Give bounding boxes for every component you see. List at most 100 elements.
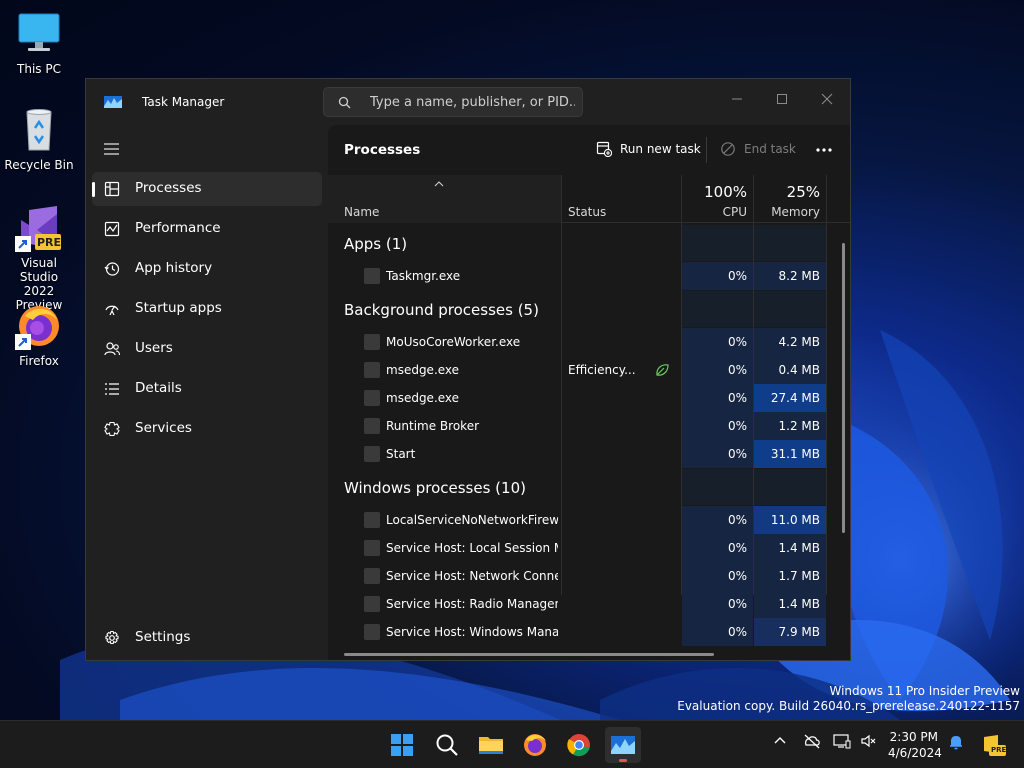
table-row[interactable]: Runtime Broker 0% 1.2 MB — [328, 412, 850, 440]
cpu-cell: 0% — [682, 440, 753, 468]
process-name: Start — [386, 447, 416, 461]
table-row[interactable]: Service Host: Windows Manag... 0% 7.9 MB — [328, 618, 850, 646]
memory-column-header[interactable]: 25% Memory — [754, 175, 826, 223]
desktop-icon-label: Firefox — [19, 354, 59, 368]
sidebar-item-settings[interactable]: Settings — [92, 621, 322, 655]
cpu-total: 100% — [704, 183, 747, 201]
clock-time: 2:30 PM — [889, 730, 938, 744]
users-icon — [104, 342, 120, 356]
minimize-icon — [732, 98, 742, 100]
sidebar-item-label: Settings — [135, 629, 191, 645]
volume-muted-icon[interactable] — [860, 733, 878, 749]
app-history-icon — [104, 262, 120, 276]
table-row[interactable]: msedge.exe 0% 27.4 MB — [328, 384, 850, 412]
memory-value: 1.2 MB — [778, 419, 820, 433]
desktop-icon-recycle-bin[interactable]: Recycle Bin — [1, 106, 77, 172]
network-icon[interactable] — [833, 733, 851, 749]
taskbar-file-explorer[interactable] — [473, 727, 509, 763]
sidebar-item-processes[interactable]: Processes — [92, 172, 322, 206]
menu-button[interactable] — [102, 140, 122, 158]
taskbar-search-button[interactable] — [429, 727, 465, 763]
process-name: Taskmgr.exe — [386, 269, 461, 283]
taskbar: 2:30 PM 4/6/2024 PRE — [0, 720, 1024, 768]
this-pc-icon — [15, 10, 63, 58]
memory-value: 11.0 MB — [770, 513, 820, 527]
group-header-windows[interactable]: Windows processes (10) — [344, 479, 526, 497]
horizontal-scrollbar[interactable] — [344, 653, 714, 656]
more-options-icon[interactable] — [814, 145, 834, 155]
process-icon — [364, 596, 380, 612]
process-icon — [364, 390, 380, 406]
running-indicator — [619, 759, 627, 762]
cpu-column-header[interactable]: 100% CPU — [682, 175, 753, 223]
cpu-cell: 0% — [682, 534, 753, 562]
run-new-task-label: Run new task — [620, 142, 701, 156]
name-column-header[interactable]: Name — [328, 175, 561, 223]
vertical-scrollbar[interactable] — [842, 243, 845, 533]
title-bar[interactable]: Task Manager — [86, 79, 850, 125]
taskbar-firefox[interactable] — [517, 727, 553, 763]
processes-page: Processes Run new task End task Name Sta… — [328, 125, 850, 660]
cpu-cell: 0% — [682, 618, 753, 646]
efficiency-mode-leaf-icon — [656, 364, 669, 376]
sidebar-item-performance[interactable]: Performance — [92, 212, 322, 246]
process-icon — [364, 334, 380, 350]
search-input[interactable] — [370, 93, 575, 111]
table-row[interactable]: Start 0% 31.1 MB — [328, 440, 850, 468]
taskbar-task-manager[interactable] — [605, 727, 641, 763]
table-row[interactable]: Service Host: Local Session M... 0% 1.4 … — [328, 534, 850, 562]
cpu-cell: 0% — [682, 356, 753, 384]
taskbar-clock[interactable]: 2:30 PM 4/6/2024 — [888, 729, 942, 761]
process-name: MoUsoCoreWorker.exe — [386, 335, 521, 349]
process-icon — [364, 512, 380, 528]
sidebar-item-users[interactable]: Users — [92, 332, 322, 366]
run-new-task-button[interactable]: Run new task — [596, 139, 701, 161]
desktop-icon-this-pc[interactable]: This PC — [1, 10, 77, 76]
sidebar-item-label: Details — [135, 380, 182, 396]
command-separator — [706, 137, 707, 163]
desktop-icon-visual-studio[interactable]: PRE Visual Studio 2022 Preview — [1, 204, 77, 312]
sidebar: Processes Performance App history Startu… — [86, 125, 328, 660]
cpu-value: 0% — [727, 269, 747, 283]
show-hidden-icons-chevron-icon[interactable] — [772, 733, 788, 749]
group-header-apps[interactable]: Apps (1) — [344, 235, 407, 253]
table-row[interactable]: Taskmgr.exe 0% 8.2 MB — [328, 262, 850, 290]
table-row[interactable]: msedge.exe Efficiency... 0% 0.4 MB — [328, 356, 850, 384]
group-header-background[interactable]: Background processes (5) — [344, 301, 539, 319]
watermark-line1: Windows 11 Pro Insider Preview — [829, 684, 1020, 698]
close-button[interactable] — [804, 85, 850, 113]
onedrive-offline-icon[interactable] — [803, 733, 821, 749]
sidebar-item-services[interactable]: Services — [92, 412, 322, 446]
insider-badge[interactable]: PRE — [980, 733, 1006, 757]
maximize-button[interactable] — [759, 85, 805, 113]
performance-icon — [104, 221, 120, 237]
cpu-value: 0% — [727, 597, 747, 611]
minimize-button[interactable] — [714, 85, 760, 113]
command-bar: Processes Run new task End task — [328, 125, 850, 173]
startup-apps-icon — [105, 305, 119, 316]
memory-cell: 31.1 MB — [754, 440, 826, 468]
cpu-value: 0% — [727, 391, 747, 405]
sidebar-item-app-history[interactable]: App history — [92, 252, 322, 286]
sidebar-item-startup-apps[interactable]: Startup apps — [92, 292, 322, 326]
process-icon — [364, 268, 380, 284]
start-button[interactable] — [384, 727, 420, 763]
status-column-header[interactable]: Status — [562, 175, 681, 223]
sidebar-item-label: Processes — [135, 180, 202, 196]
taskbar-chrome[interactable] — [561, 727, 597, 763]
cpu-value: 0% — [727, 541, 747, 555]
table-header: Name Status 100% CPU 25% Memory — [328, 175, 850, 223]
table-row[interactable]: Service Host: Radio Managem... 0% 1.4 MB — [328, 590, 850, 618]
notification-bell-icon[interactable] — [948, 733, 964, 751]
end-task-button[interactable]: End task — [720, 139, 800, 161]
search-box[interactable] — [323, 87, 583, 117]
sidebar-item-details[interactable]: Details — [92, 372, 322, 406]
task-manager-window: Task Manager Type a name, publisher, or … — [85, 78, 851, 661]
table-row[interactable]: Service Host: Network Connec... 0% 1.7 M… — [328, 562, 850, 590]
memory-value: 1.4 MB — [778, 541, 820, 555]
desktop-icon-firefox[interactable]: Firefox — [1, 302, 77, 368]
table-row[interactable]: LocalServiceNoNetworkFirewall 0% 11.0 MB — [328, 506, 850, 534]
memory-value: 31.1 MB — [770, 447, 820, 461]
table-row[interactable]: MoUsoCoreWorker.exe 0% 4.2 MB — [328, 328, 850, 356]
memory-cell: 1.2 MB — [754, 412, 826, 440]
